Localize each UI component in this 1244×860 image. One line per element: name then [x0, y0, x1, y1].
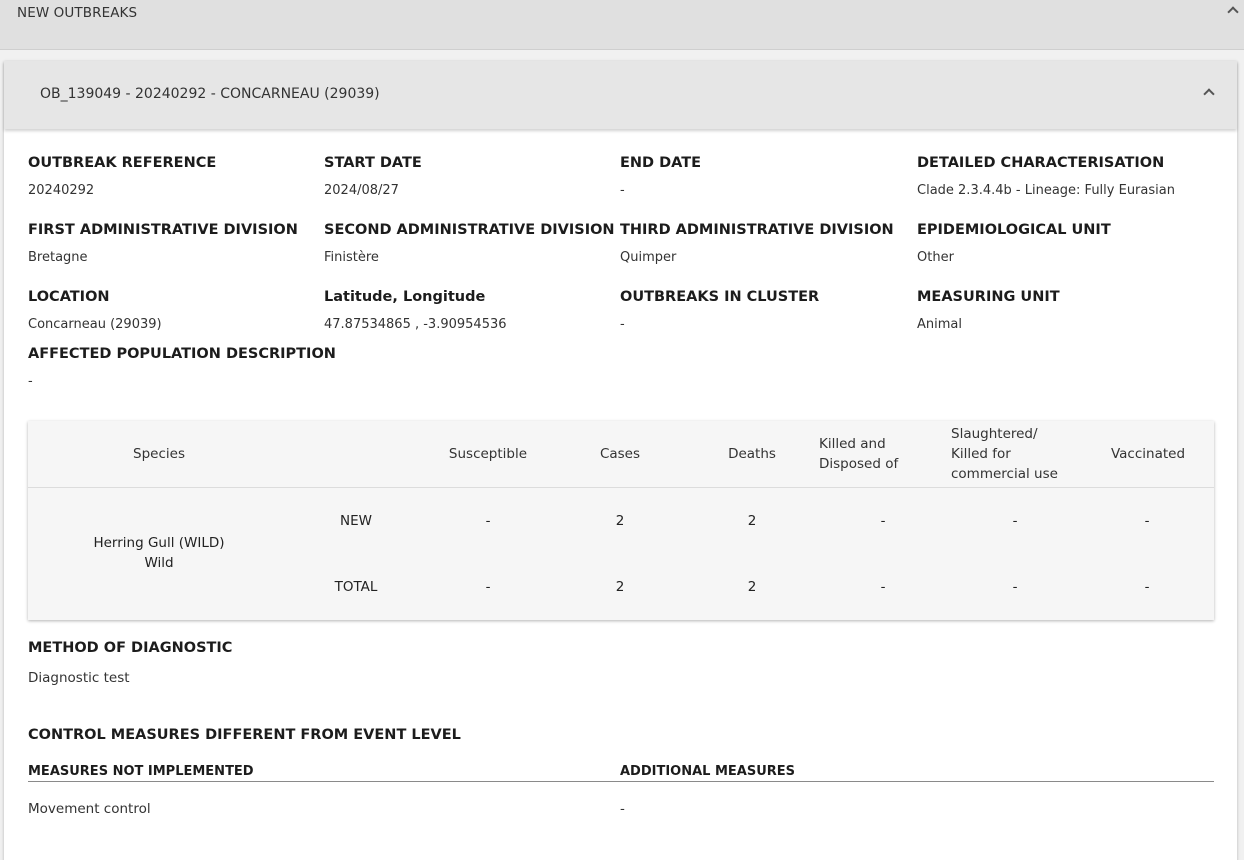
field-outbreak-reference: OUTBREAK REFERENCE 20240292 [28, 155, 216, 198]
table-divider [28, 487, 1214, 488]
diagnostic-value: Diagnostic test [28, 670, 130, 686]
field-label: THIRD ADMINISTRATIVE DIVISION [620, 222, 894, 238]
cell-new-deaths: 2 [747, 513, 757, 529]
field-value: 20240292 [28, 183, 95, 198]
cell-new-slaughtered: - [1012, 513, 1018, 529]
field-label: EPIDEMIOLOGICAL UNIT [917, 222, 1111, 238]
field-value: - [620, 183, 625, 198]
field-label: OUTBREAKS IN CLUSTER [620, 289, 820, 305]
field-value: Other [917, 250, 954, 265]
row-label-total: TOTAL [334, 579, 378, 595]
species-name: Herring Gull (WILD) [93, 535, 225, 551]
cell-new-cases: 2 [615, 513, 625, 529]
species-table: Species Susceptible Cases Deaths Killed … [28, 421, 1214, 620]
field-affected-population: AFFECTED POPULATION DESCRIPTION - [28, 346, 336, 389]
field-outbreaks-in-cluster: OUTBREAKS IN CLUSTER - [620, 289, 819, 332]
field-label: SECOND ADMINISTRATIVE DIVISION [324, 222, 615, 238]
measures-not-implemented-header: MEASURES NOT IMPLEMENTED [28, 764, 254, 779]
field-value: - [620, 317, 625, 332]
column-header-deaths: Deaths [728, 446, 776, 462]
cell-new-vaccinated: - [1144, 513, 1150, 529]
measures-not-implemented-value: Movement control [28, 801, 151, 817]
field-label: MEASURING UNIT [917, 289, 1060, 305]
field-value: Concarneau (29039) [28, 317, 162, 332]
field-label: END DATE [620, 155, 702, 171]
field-location: LOCATION Concarneau (29039) [28, 289, 162, 332]
column-header-species: Species [133, 446, 185, 462]
field-value: Finistère [324, 250, 379, 265]
field-label: AFFECTED POPULATION DESCRIPTION [28, 346, 336, 362]
field-label: OUTBREAK REFERENCE [28, 155, 217, 171]
column-header-slaughtered: Slaughtered/ Killed for commercial use [951, 426, 1058, 482]
field-first-admin-division: FIRST ADMINISTRATIVE DIVISION Bretagne [28, 222, 298, 265]
species-type: Wild [144, 555, 174, 571]
field-value: Clade 2.3.4.4b - Lineage: Fully Eurasian [917, 183, 1175, 198]
field-label: FIRST ADMINISTRATIVE DIVISION [28, 222, 298, 238]
additional-measures-header: ADDITIONAL MEASURES [620, 764, 796, 779]
field-end-date: END DATE - [620, 155, 701, 198]
row-label-new: NEW [340, 513, 372, 529]
chevron-up-icon[interactable] [1227, 6, 1239, 18]
field-label: START DATE [324, 155, 422, 171]
chevron-up-icon[interactable] [1203, 88, 1215, 100]
outbreak-panel: OB_139049 - 20240292 - CONCARNEAU (29039… [4, 61, 1237, 860]
outbreak-title: OB_139049 - 20240292 - CONCARNEAU (29039… [40, 86, 380, 102]
additional-measures-value: - [620, 801, 625, 817]
field-third-admin-division: THIRD ADMINISTRATIVE DIVISION Quimper [620, 222, 894, 265]
field-value: Bretagne [28, 250, 88, 265]
field-label: Latitude, Longitude [324, 289, 486, 305]
field-lat-long: Latitude, Longitude 47.87534865 , -3.909… [324, 289, 507, 332]
column-header-susceptible: Susceptible [448, 446, 528, 462]
new-outbreaks-header[interactable]: NEW OUTBREAKS [0, 0, 1244, 50]
field-value: - [28, 374, 33, 389]
field-value: 47.87534865 , -3.90954536 [324, 317, 507, 332]
field-detailed-characterisation: DETAILED CHARACTERISATION Clade 2.3.4.4b… [917, 155, 1175, 198]
cell-total-killed: - [880, 579, 886, 595]
column-header-killed-disposed: Killed and Disposed of [819, 436, 899, 472]
cell-new-susceptible: - [485, 513, 491, 529]
cell-total-susceptible: - [485, 579, 491, 595]
column-header-cases: Cases [599, 446, 641, 462]
cell-total-cases: 2 [615, 579, 625, 595]
section-title: NEW OUTBREAKS [17, 5, 138, 21]
measures-divider [28, 781, 1214, 782]
outbreak-panel-header[interactable]: OB_139049 - 20240292 - CONCARNEAU (29039… [4, 61, 1237, 129]
field-start-date: START DATE 2024/08/27 [324, 155, 422, 198]
field-value: Animal [917, 317, 962, 332]
field-label: LOCATION [28, 289, 110, 305]
field-epidemiological-unit: EPIDEMIOLOGICAL UNIT Other [917, 222, 1111, 265]
column-header-vaccinated: Vaccinated [1110, 446, 1186, 462]
cell-new-killed: - [880, 513, 886, 529]
field-second-admin-division: SECOND ADMINISTRATIVE DIVISION Finistère [324, 222, 615, 265]
field-label: DETAILED CHARACTERISATION [917, 155, 1165, 171]
cell-total-deaths: 2 [747, 579, 757, 595]
field-value: 2024/08/27 [324, 183, 399, 198]
control-measures-title: CONTROL MEASURES DIFFERENT FROM EVENT LE… [28, 727, 461, 743]
field-measuring-unit: MEASURING UNIT Animal [917, 289, 1060, 332]
field-value: Quimper [620, 250, 677, 265]
cell-total-slaughtered: - [1012, 579, 1018, 595]
diagnostic-title: METHOD OF DIAGNOSTIC [28, 640, 233, 656]
cell-total-vaccinated: - [1144, 579, 1150, 595]
